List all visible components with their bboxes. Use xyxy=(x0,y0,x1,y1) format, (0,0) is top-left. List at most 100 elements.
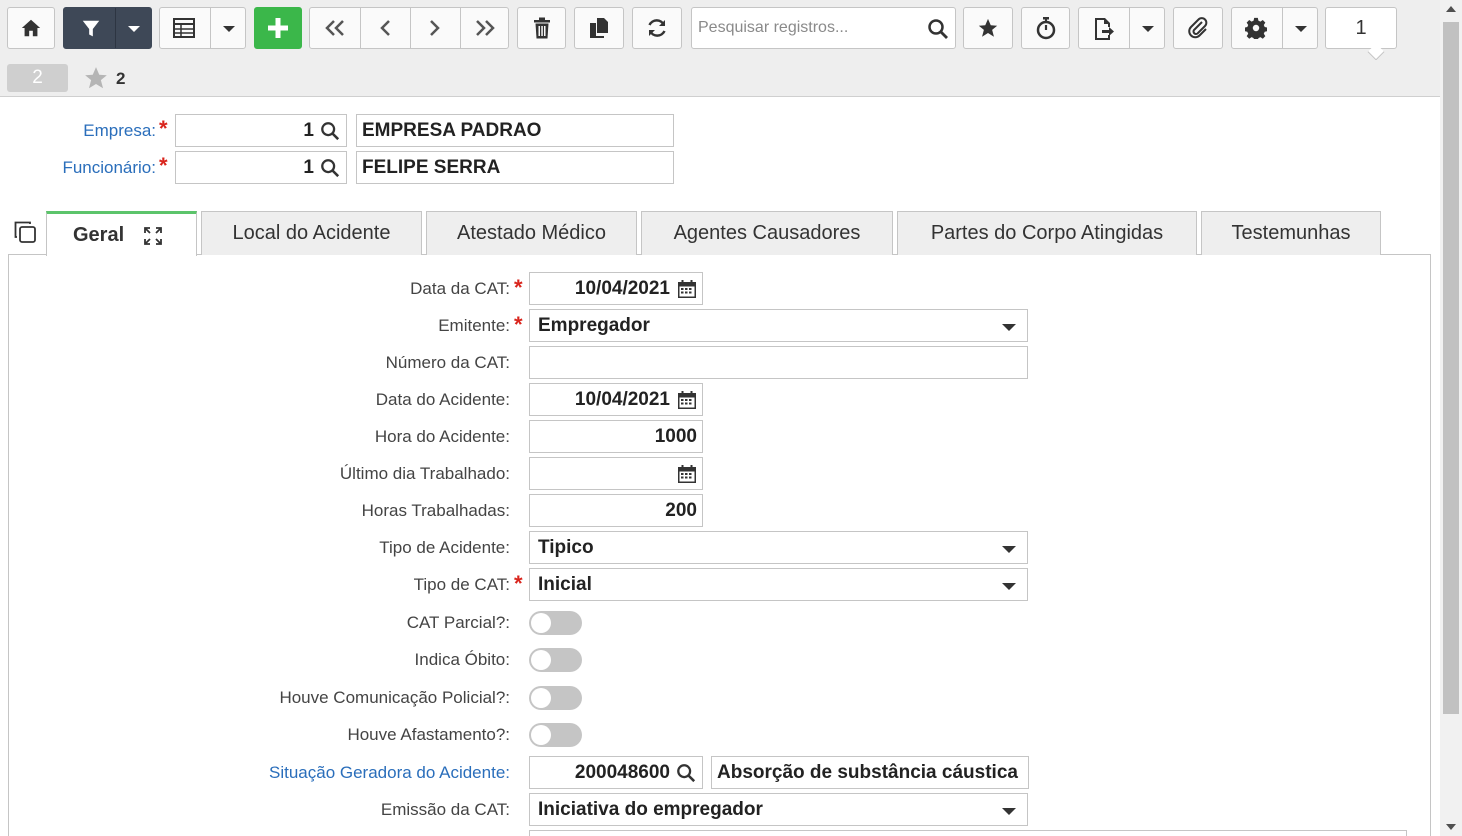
data-acidente-label: Data do Acidente: xyxy=(375,390,510,409)
grid-icon xyxy=(173,18,195,38)
settings-button[interactable] xyxy=(1231,7,1318,49)
funcionario-code-value: 1 xyxy=(303,156,314,178)
previous-record-button[interactable] xyxy=(360,8,410,48)
vertical-scrollbar[interactable] xyxy=(1440,0,1462,836)
cat-parcial-toggle[interactable] xyxy=(529,611,582,635)
toolbar: 1 xyxy=(0,0,1440,61)
star-icon xyxy=(978,18,998,37)
tipo-acidente-value: Tipico xyxy=(538,536,594,558)
hora-acidente-field[interactable]: 1000 xyxy=(529,420,703,453)
data-acidente-value: 10/04/2021 xyxy=(574,388,670,410)
tipo-acidente-label: Tipo de Acidente: xyxy=(379,538,510,557)
attachments-button[interactable] xyxy=(1173,7,1223,49)
delete-button[interactable] xyxy=(517,7,566,49)
tab-atestado-medico[interactable]: Atestado Médico xyxy=(426,211,637,255)
emitente-label: Emitente: xyxy=(438,316,510,335)
tipo-cat-select[interactable]: Inicial xyxy=(529,568,1028,601)
tab-testemunhas[interactable]: Testemunhas xyxy=(1201,211,1381,255)
emissao-cat-label: Emissão da CAT: xyxy=(380,800,510,819)
tipo-acidente-select[interactable]: Tipico xyxy=(529,531,1028,564)
data-cat-value: 10/04/2021 xyxy=(574,277,670,299)
add-record-button[interactable] xyxy=(254,7,302,49)
required-marker: * xyxy=(514,571,523,596)
expand-icon[interactable] xyxy=(144,227,162,245)
first-record-button[interactable] xyxy=(310,8,360,48)
scroll-down-icon[interactable] xyxy=(1446,824,1456,830)
caret-down-icon xyxy=(1002,546,1016,553)
calendar-icon[interactable] xyxy=(677,279,697,299)
emitente-select[interactable]: Empregador xyxy=(529,309,1028,342)
emissao-cat-select[interactable]: Iniciativa do empregador xyxy=(529,793,1028,826)
chevron-down-icon xyxy=(128,26,140,32)
timer-button[interactable] xyxy=(1021,7,1070,49)
chevron-down-icon xyxy=(223,26,235,32)
trash-icon xyxy=(533,17,550,39)
horas-trabalhadas-label: Horas Trabalhadas: xyxy=(361,501,510,520)
last-record-button[interactable] xyxy=(460,8,510,48)
situacao-geradora-label[interactable]: Situação Geradora do Acidente: xyxy=(269,763,510,783)
next-record-button[interactable] xyxy=(410,8,460,48)
home-icon xyxy=(21,19,41,37)
required-marker: * xyxy=(159,116,168,141)
empresa-label[interactable]: Empresa: xyxy=(83,121,156,141)
next-icon xyxy=(430,20,440,36)
situacao-geradora-code-field[interactable]: 200048600 xyxy=(529,756,703,789)
chevron-down-icon xyxy=(1295,26,1307,32)
grid-view-button[interactable] xyxy=(159,7,246,49)
star-icon[interactable] xyxy=(83,65,109,91)
duplicate-button[interactable] xyxy=(574,7,624,49)
tab-local-do-acidente[interactable]: Local do Acidente xyxy=(201,211,422,255)
calendar-icon[interactable] xyxy=(677,390,697,410)
tab-partes-do-corpo[interactable]: Partes do Corpo Atingidas xyxy=(897,211,1197,255)
numero-cat-field[interactable] xyxy=(529,346,1028,379)
record-count-badge[interactable]: 2 xyxy=(7,64,68,92)
comunicacao-policial-label: Houve Comunicação Policial?: xyxy=(279,688,510,707)
horas-trabalhadas-field[interactable]: 200 xyxy=(529,494,703,527)
cat-form-page: 1 2 2 Empresa: * 1 EMPRESA PADRAO Funcio… xyxy=(0,0,1462,836)
caret-down-icon xyxy=(1002,583,1016,590)
favorites-count: 2 xyxy=(116,69,126,88)
cat-parcial-label: CAT Parcial?: xyxy=(406,613,510,632)
tab-agentes-causadores[interactable]: Agentes Causadores xyxy=(641,211,893,255)
calendar-icon[interactable] xyxy=(677,464,697,484)
filter-icon xyxy=(82,20,100,37)
search-input[interactable] xyxy=(698,17,918,39)
required-marker: * xyxy=(159,153,168,178)
search-icon[interactable] xyxy=(927,18,949,40)
funcionario-description: FELIPE SERRA xyxy=(356,151,674,184)
afastamento-toggle[interactable] xyxy=(529,723,582,747)
page-number-box[interactable]: 1 xyxy=(1325,7,1397,49)
prev-icon xyxy=(380,20,390,36)
search-icon[interactable] xyxy=(320,121,340,141)
situacao-geradora-description: Absorção de substância cáustica xyxy=(711,756,1029,789)
export-icon xyxy=(1095,18,1114,40)
hora-acidente-label: Hora do Acidente: xyxy=(374,427,510,446)
copy-icon[interactable] xyxy=(13,220,37,244)
funcionario-code-field[interactable]: 1 xyxy=(175,151,347,184)
search-icon[interactable] xyxy=(676,763,696,783)
ultimo-dia-field[interactable] xyxy=(529,457,703,490)
stopwatch-icon xyxy=(1036,17,1055,40)
home-button[interactable] xyxy=(7,7,55,49)
favorite-button[interactable] xyxy=(963,7,1013,49)
filter-button[interactable] xyxy=(63,7,152,49)
export-button[interactable] xyxy=(1078,7,1165,49)
gear-icon xyxy=(1245,17,1267,39)
funcionario-label[interactable]: Funcionário: xyxy=(62,158,156,178)
scrollbar-thumb[interactable] xyxy=(1443,22,1459,714)
scroll-up-icon[interactable] xyxy=(1446,6,1456,12)
tab-geral[interactable]: Geral xyxy=(46,211,197,256)
search-icon[interactable] xyxy=(320,158,340,178)
indica-obito-toggle[interactable] xyxy=(529,648,582,672)
empresa-code-field[interactable]: 1 xyxy=(175,114,347,147)
refresh-button[interactable] xyxy=(632,7,682,49)
required-marker: * xyxy=(514,312,523,337)
empresa-code-value: 1 xyxy=(303,119,314,141)
tipo-cat-label: Tipo de CAT: xyxy=(413,575,510,594)
last-icon xyxy=(476,20,495,36)
data-cat-field[interactable]: 10/04/2021 xyxy=(529,272,703,305)
comunicacao-policial-toggle[interactable] xyxy=(529,686,582,710)
data-acidente-field[interactable]: 10/04/2021 xyxy=(529,383,703,416)
next-field-partial[interactable] xyxy=(529,830,1407,836)
emitente-value: Empregador xyxy=(538,314,650,336)
